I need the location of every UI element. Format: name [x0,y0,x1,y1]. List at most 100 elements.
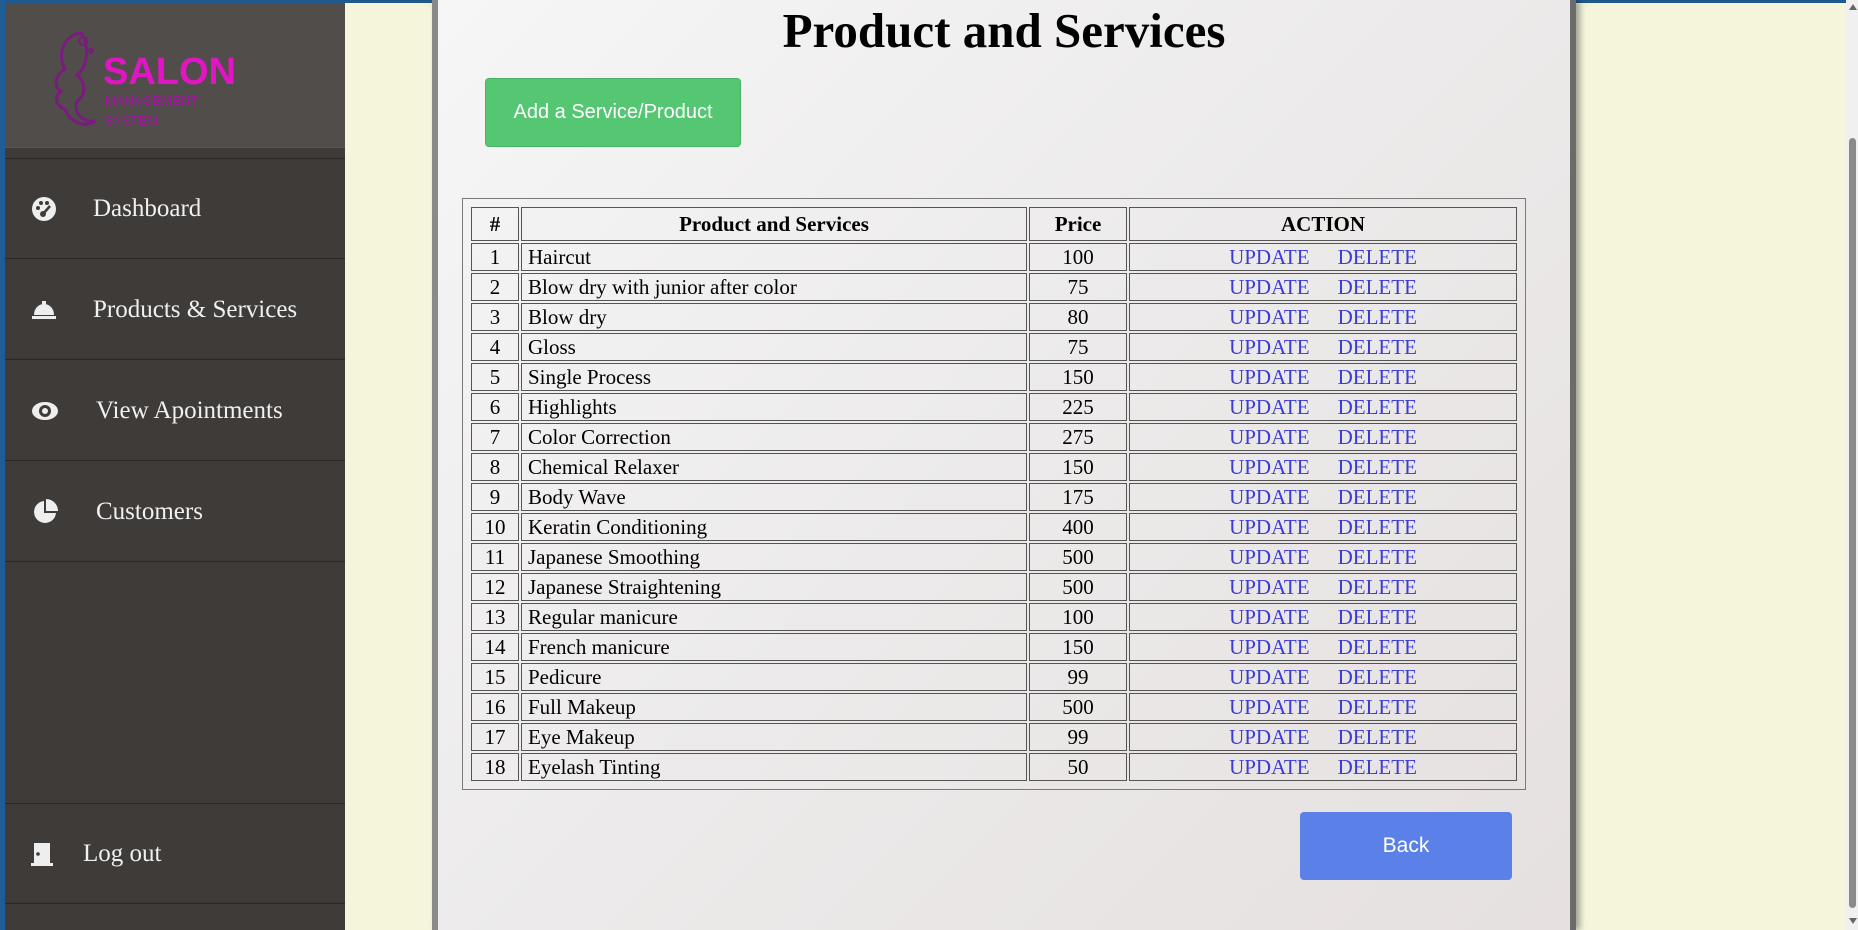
logout-label: Log out [83,839,162,867]
row-price-cell: 225 [1029,393,1127,421]
logo[interactable]: SALON MANAGEMENT SYSTEM [5,3,345,148]
row-price-cell: 400 [1029,513,1127,541]
update-link[interactable]: UPDATE [1229,545,1310,570]
update-link[interactable]: UPDATE [1229,695,1310,720]
delete-link[interactable]: DELETE [1338,395,1417,420]
column-header-action: ACTION [1129,207,1517,241]
scrollbar-thumb[interactable] [1849,138,1856,908]
delete-link[interactable]: DELETE [1338,605,1417,630]
update-link[interactable]: UPDATE [1229,575,1310,600]
page-title: Product and Services [782,3,1226,58]
column-header-id: # [471,207,519,241]
table-row: 18 Eyelash Tinting 50 UPDATE DELETE [471,753,1517,781]
row-action-cell: UPDATE DELETE [1129,603,1517,631]
update-link[interactable]: UPDATE [1229,665,1310,690]
update-link[interactable]: UPDATE [1229,425,1310,450]
row-action-cell: UPDATE DELETE [1129,693,1517,721]
row-name-cell: Japanese Straightening [521,573,1027,601]
table-row: 15 Pedicure 99 UPDATE DELETE [471,663,1517,691]
row-price-cell: 99 [1029,723,1127,751]
add-service-product-button[interactable]: Add a Service/Product [485,78,741,147]
logo-subtitle: MANAGEMENT SYSTEM [105,91,198,131]
delete-link[interactable]: DELETE [1338,335,1417,360]
row-id-cell: 6 [471,393,519,421]
row-name-cell: Full Makeup [521,693,1027,721]
row-id-cell: 12 [471,573,519,601]
row-name-cell: Color Correction [521,423,1027,451]
delete-link[interactable]: DELETE [1338,425,1417,450]
update-link[interactable]: UPDATE [1229,725,1310,750]
delete-link[interactable]: DELETE [1338,455,1417,480]
row-action-cell: UPDATE DELETE [1129,333,1517,361]
delete-link[interactable]: DELETE [1338,665,1417,690]
back-button[interactable]: Back [1300,812,1512,880]
row-action-cell: UPDATE DELETE [1129,363,1517,391]
logo-subtitle-line2: SYSTEM [105,113,159,128]
table-row: 5 Single Process 150 UPDATE DELETE [471,363,1517,391]
sidebar-item-dashboard[interactable]: Dashboard [5,159,345,259]
scroll-down-arrow-icon[interactable] [1849,918,1857,924]
row-id-cell: 1 [471,243,519,271]
update-link[interactable]: UPDATE [1229,275,1310,300]
delete-link[interactable]: DELETE [1338,545,1417,570]
row-id-cell: 9 [471,483,519,511]
sidebar-item-view-appointments[interactable]: View Apointments [5,361,345,461]
delete-link[interactable]: DELETE [1338,575,1417,600]
table-row: 14 French manicure 150 UPDATE DELETE [471,633,1517,661]
row-id-cell: 14 [471,633,519,661]
row-name-cell: Blow dry [521,303,1027,331]
sidebar-item-products-services[interactable]: Products & Services [5,260,345,360]
delete-link[interactable]: DELETE [1338,305,1417,330]
row-action-cell: UPDATE DELETE [1129,483,1517,511]
update-link[interactable]: UPDATE [1229,245,1310,270]
update-link[interactable]: UPDATE [1229,485,1310,510]
table-row: 13 Regular manicure 100 UPDATE DELETE [471,603,1517,631]
table-row: 2 Blow dry with junior after color 75 UPDAT… [471,273,1517,301]
update-link[interactable]: UPDATE [1229,755,1310,780]
services-table: # Product and Services Price ACTION 1 Hai… [469,205,1519,783]
row-action-cell: UPDATE DELETE [1129,273,1517,301]
row-price-cell: 80 [1029,303,1127,331]
update-link[interactable]: UPDATE [1229,365,1310,390]
delete-link[interactable]: DELETE [1338,275,1417,300]
sidebar-item-label: View Apointments [96,396,283,424]
row-price-cell: 99 [1029,663,1127,691]
row-name-cell: Regular manicure [521,603,1027,631]
update-link[interactable]: UPDATE [1229,455,1310,480]
table-row: 11 Japanese Smoothing 500 UPDATE DELETE [471,543,1517,571]
row-action-cell: UPDATE DELETE [1129,513,1517,541]
logo-title: SALON [103,51,236,93]
row-price-cell: 100 [1029,243,1127,271]
update-link[interactable]: UPDATE [1229,335,1310,360]
row-id-cell: 17 [471,723,519,751]
delete-link[interactable]: DELETE [1338,635,1417,660]
row-id-cell: 2 [471,273,519,301]
dashboard-icon [29,194,59,224]
row-price-cell: 75 [1029,333,1127,361]
delete-link[interactable]: DELETE [1338,695,1417,720]
row-action-cell: UPDATE DELETE [1129,543,1517,571]
row-name-cell: Japanese Smoothing [521,543,1027,571]
row-name-cell: French manicure [521,633,1027,661]
row-id-cell: 3 [471,303,519,331]
update-link[interactable]: UPDATE [1229,635,1310,660]
table-row: 1 Haircut 100 UPDATE DELETE [471,243,1517,271]
delete-link[interactable]: DELETE [1338,485,1417,510]
sidebar-item-customers[interactable]: Customers [5,462,345,562]
update-link[interactable]: UPDATE [1229,515,1310,540]
scroll-up-arrow-icon[interactable] [1849,4,1857,10]
row-price-cell: 500 [1029,543,1127,571]
update-link[interactable]: UPDATE [1229,305,1310,330]
delete-link[interactable]: DELETE [1338,725,1417,750]
delete-link[interactable]: DELETE [1338,245,1417,270]
logout-button[interactable]: Log out [5,804,345,904]
update-link[interactable]: UPDATE [1229,395,1310,420]
row-price-cell: 150 [1029,453,1127,481]
delete-link[interactable]: DELETE [1338,755,1417,780]
delete-link[interactable]: DELETE [1338,365,1417,390]
row-price-cell: 50 [1029,753,1127,781]
row-name-cell: Eyelash Tinting [521,753,1027,781]
delete-link[interactable]: DELETE [1338,515,1417,540]
table-row: 6 Highlights 225 UPDATE DELETE [471,393,1517,421]
update-link[interactable]: UPDATE [1229,605,1310,630]
